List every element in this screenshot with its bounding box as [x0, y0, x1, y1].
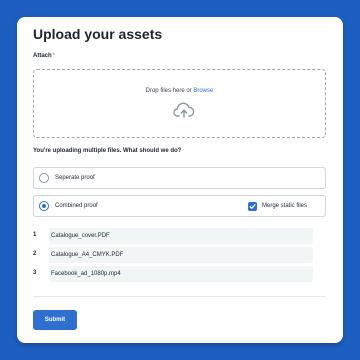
checkmark-icon	[249, 204, 256, 209]
file-dropzone[interactable]: Drop files here or Browse	[33, 69, 326, 138]
required-mark: *	[52, 53, 56, 59]
file-list-item: 3 Facebook_ad_1080p.mp4	[33, 266, 323, 282]
option-separate-proof[interactable]: Seperate proof	[33, 167, 326, 189]
dropzone-text: Drop files here or Browse	[34, 88, 325, 94]
radio-combined-proof[interactable]	[39, 201, 49, 211]
file-index: 1	[33, 232, 37, 238]
file-index: 2	[33, 251, 37, 257]
browse-link[interactable]: Browse	[193, 88, 213, 94]
attach-label-text: Attach	[33, 53, 52, 59]
file-index: 3	[33, 270, 37, 276]
option-label: Seperate proof	[55, 175, 95, 181]
merge-static-checkbox[interactable]	[248, 202, 257, 211]
submit-button[interactable]: Submit	[33, 310, 77, 330]
radio-separate-proof[interactable]	[39, 173, 49, 183]
file-name: Catalogue_cover.PDF	[49, 228, 313, 244]
file-list-item: 2 Catalogue_A4_CMYK.PDF	[33, 247, 323, 263]
attach-label: Attach*	[33, 53, 55, 59]
upload-card: Upload your assets Attach* Drop files he…	[17, 17, 343, 343]
file-name: Catalogue_A4_CMYK.PDF	[49, 247, 313, 263]
divider	[33, 296, 326, 297]
cloud-upload-icon	[173, 102, 195, 118]
option-combined-proof[interactable]: Combined proof Merge static files	[33, 195, 326, 217]
file-name: Facebook_ad_1080p.mp4	[49, 266, 313, 282]
merge-static-label: Merge static files	[262, 203, 308, 209]
option-label: Combined proof	[55, 203, 98, 209]
file-list-item: 1 Catalogue_cover.PDF	[33, 228, 323, 244]
merge-question: You're uploading multiple files. What sh…	[33, 148, 182, 154]
dropzone-instruction: Drop files here or	[145, 88, 192, 94]
page-title: Upload your assets	[33, 26, 163, 42]
